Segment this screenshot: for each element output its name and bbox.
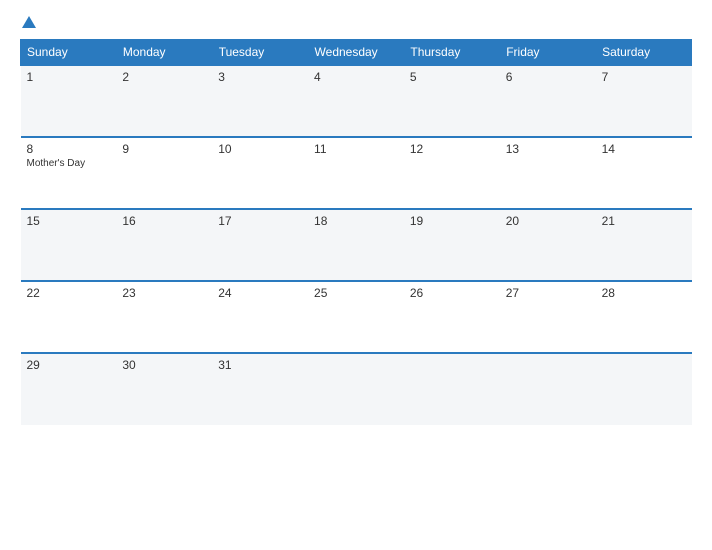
day-number: 11 [314, 142, 398, 156]
calendar-page: SundayMondayTuesdayWednesdayThursdayFrid… [0, 0, 712, 550]
day-number: 17 [218, 214, 302, 228]
calendar-day-cell [308, 353, 404, 425]
calendar-day-cell: 7 [596, 65, 692, 137]
calendar-header-row: SundayMondayTuesdayWednesdayThursdayFrid… [21, 40, 692, 66]
day-number: 5 [410, 70, 494, 84]
calendar-day-cell: 1 [21, 65, 117, 137]
calendar-week-row: 22 23 24 25 26 27 28 [21, 281, 692, 353]
calendar-day-cell: 31 [212, 353, 308, 425]
day-number: 26 [410, 286, 494, 300]
day-number: 20 [506, 214, 590, 228]
calendar-day-cell: 25 [308, 281, 404, 353]
calendar-day-cell: 27 [500, 281, 596, 353]
weekday-header: Wednesday [308, 40, 404, 66]
calendar-day-cell: 24 [212, 281, 308, 353]
day-number: 27 [506, 286, 590, 300]
calendar-day-cell: 4 [308, 65, 404, 137]
calendar-day-cell: 13 [500, 137, 596, 209]
day-number: 13 [506, 142, 590, 156]
calendar-day-cell: 3 [212, 65, 308, 137]
calendar-day-cell: 9 [116, 137, 212, 209]
day-number: 9 [122, 142, 206, 156]
day-number: 15 [27, 214, 111, 228]
calendar-day-cell: 28 [596, 281, 692, 353]
calendar-day-cell: 12 [404, 137, 500, 209]
day-number: 25 [314, 286, 398, 300]
calendar-day-cell: 10 [212, 137, 308, 209]
day-number: 30 [122, 358, 206, 372]
logo [20, 16, 36, 29]
calendar-week-row: 15 16 17 18 19 20 21 [21, 209, 692, 281]
weekday-header-row: SundayMondayTuesdayWednesdayThursdayFrid… [21, 40, 692, 66]
weekday-header: Monday [116, 40, 212, 66]
calendar-week-row: 1234567 [21, 65, 692, 137]
day-number: 14 [602, 142, 686, 156]
calendar-day-cell: 30 [116, 353, 212, 425]
calendar-day-cell: 29 [21, 353, 117, 425]
calendar-day-cell: 19 [404, 209, 500, 281]
weekday-header: Thursday [404, 40, 500, 66]
calendar-day-cell: 21 [596, 209, 692, 281]
day-number: 1 [27, 70, 111, 84]
day-number: 3 [218, 70, 302, 84]
calendar-week-row: 8 Mother's Day 9 10 11 12 13 14 [21, 137, 692, 209]
day-number: 16 [122, 214, 206, 228]
calendar-day-cell [596, 353, 692, 425]
day-number: 24 [218, 286, 302, 300]
day-number: 4 [314, 70, 398, 84]
day-number: 8 [27, 142, 111, 156]
logo-triangle-icon [22, 16, 36, 28]
calendar-day-cell [500, 353, 596, 425]
logo-blue-text [20, 16, 36, 29]
day-number: 10 [218, 142, 302, 156]
calendar-day-cell: 26 [404, 281, 500, 353]
weekday-header: Saturday [596, 40, 692, 66]
calendar-day-cell: 16 [116, 209, 212, 281]
day-number: 29 [27, 358, 111, 372]
day-number: 7 [602, 70, 686, 84]
calendar-header [20, 16, 692, 29]
calendar-day-cell: 23 [116, 281, 212, 353]
day-number: 22 [27, 286, 111, 300]
calendar-day-cell: 5 [404, 65, 500, 137]
day-number: 19 [410, 214, 494, 228]
weekday-header: Sunday [21, 40, 117, 66]
day-number: 2 [122, 70, 206, 84]
weekday-header: Friday [500, 40, 596, 66]
calendar-day-cell: 11 [308, 137, 404, 209]
day-number: 23 [122, 286, 206, 300]
calendar-day-cell: 2 [116, 65, 212, 137]
calendar-day-cell: 17 [212, 209, 308, 281]
day-number: 12 [410, 142, 494, 156]
weekday-header: Tuesday [212, 40, 308, 66]
calendar-day-cell [404, 353, 500, 425]
day-number: 28 [602, 286, 686, 300]
day-number: 31 [218, 358, 302, 372]
calendar-day-cell: 6 [500, 65, 596, 137]
calendar-body: 12345678Mother's Day91011121314151617181… [21, 65, 692, 425]
calendar-day-cell: 22 [21, 281, 117, 353]
day-number: 21 [602, 214, 686, 228]
calendar-table: SundayMondayTuesdayWednesdayThursdayFrid… [20, 39, 692, 425]
calendar-day-cell: 20 [500, 209, 596, 281]
calendar-week-row: 29 30 31 [21, 353, 692, 425]
day-event-label: Mother's Day [27, 158, 111, 169]
calendar-day-cell: 15 [21, 209, 117, 281]
calendar-day-cell: 8 Mother's Day [21, 137, 117, 209]
calendar-day-cell: 18 [308, 209, 404, 281]
day-number: 6 [506, 70, 590, 84]
calendar-day-cell: 14 [596, 137, 692, 209]
day-number: 18 [314, 214, 398, 228]
